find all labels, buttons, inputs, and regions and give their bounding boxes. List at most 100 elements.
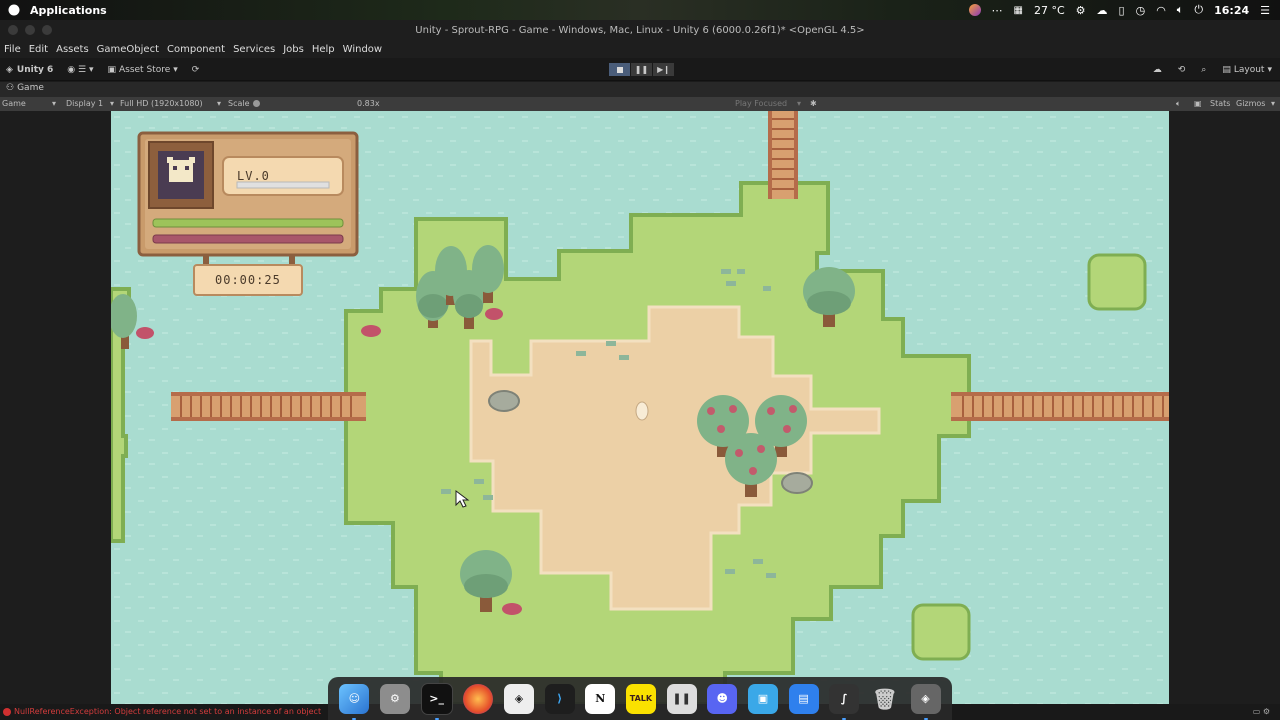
dock-firefox-icon[interactable]: [463, 683, 494, 714]
temperature-readout[interactable]: 27 °C: [1034, 4, 1065, 17]
player-character: [635, 401, 649, 421]
game-view-controls: Game ▾ Display 1 ▾ Full HD (1920x1080) ▾…: [0, 97, 1280, 111]
menu-file[interactable]: File: [4, 44, 21, 55]
chevron-down-icon: ▾: [110, 99, 115, 108]
window-minimize-button[interactable]: [25, 25, 35, 35]
bag-icon: ▣: [107, 64, 116, 75]
console-icons[interactable]: ▭ ⚙: [1253, 704, 1270, 720]
chevron-down-icon: ▾: [173, 64, 178, 75]
clock-icon[interactable]: ◷: [1136, 4, 1146, 17]
chevron-down-icon: ▾: [52, 99, 57, 108]
version-control-icon[interactable]: ⟳: [192, 65, 200, 75]
menu-services[interactable]: Services: [233, 44, 275, 55]
timer-label: 00:00:25: [215, 273, 281, 287]
menu-assets[interactable]: Assets: [56, 44, 89, 55]
stop-icon: [616, 66, 623, 73]
cloud-icon[interactable]: ☁: [1097, 4, 1108, 17]
window-close-button[interactable]: [8, 25, 18, 35]
dock-terminal-icon[interactable]: >_: [420, 682, 453, 720]
running-indicator: [923, 717, 928, 720]
dock-unity-hub-icon[interactable]: ◈: [503, 683, 534, 714]
display-select[interactable]: Display 1: [66, 97, 103, 111]
clock-time[interactable]: 16:24: [1214, 4, 1249, 17]
health-bar: [152, 234, 344, 244]
chevron-down-icon: ▾: [797, 99, 802, 108]
chevron-down-icon: ▾: [1267, 64, 1272, 75]
game-view-tabbar: ⚇ Game: [0, 82, 1280, 97]
control-center-icon[interactable]: ☰: [1260, 4, 1270, 17]
search-icon[interactable]: ⌕: [1201, 65, 1206, 75]
dock-kakaotalk-icon[interactable]: TALK: [625, 683, 656, 714]
scale-value: 0.83x: [357, 99, 380, 108]
step-button[interactable]: ▶❙: [653, 63, 674, 76]
dock-vscode-icon[interactable]: ⟩: [544, 683, 575, 714]
scale-slider[interactable]: [253, 100, 353, 107]
menu-window[interactable]: Window: [343, 44, 382, 55]
apple-icon[interactable]: [8, 4, 20, 16]
settings-gear-icon[interactable]: ⚙: [1076, 4, 1086, 17]
mute-audio-icon[interactable]: 🔈︎: [1176, 97, 1181, 111]
dock-files-icon[interactable]: ▤: [788, 683, 819, 714]
game-canvas[interactable]: LV.0 00:00:25: [111, 111, 1169, 704]
dock-finder-icon[interactable]: ☺: [339, 683, 370, 720]
chevron-down-icon: ▾: [1271, 99, 1276, 108]
stats-button[interactable]: Stats: [1210, 97, 1230, 111]
rock: [781, 472, 813, 494]
tab-game[interactable]: ⚇ Game: [6, 83, 44, 93]
battery-icon[interactable]: ▯: [1119, 4, 1125, 17]
game-viewport: LV.0 00:00:25: [0, 111, 1280, 704]
menu-jobs[interactable]: Jobs: [283, 44, 304, 55]
system-tray: ⋯ ▦ 27 °C ⚙ ☁ ▯ ◷ ◠ 🔈︎ ⏻ 16:24 ☰: [968, 0, 1270, 20]
gizmos-button[interactable]: Gizmos: [1236, 97, 1265, 111]
asset-store-label: Asset Store: [118, 64, 171, 75]
game-scene: [111, 111, 1169, 704]
power-icon[interactable]: ⏻: [1194, 3, 1203, 17]
cloud-services-button[interactable]: ◉ ☰ ▾: [67, 65, 93, 75]
resolution-select[interactable]: Full HD (1920x1080): [120, 97, 203, 111]
history-icon[interactable]: ⟲: [1178, 65, 1186, 75]
dock-figma-icon[interactable]: ∫: [829, 683, 860, 720]
play-button[interactable]: [609, 63, 630, 76]
grid-icon[interactable]: ▦: [1014, 5, 1023, 16]
running-indicator: [352, 717, 357, 720]
chevron-down-icon: ▾: [217, 99, 222, 108]
play-mode-select[interactable]: Play Focused: [735, 97, 787, 111]
gamepad-icon: ⚇: [6, 83, 15, 93]
view-select[interactable]: Game: [2, 97, 26, 111]
scale-slider-handle[interactable]: [253, 100, 260, 107]
account-button[interactable]: ◈ Unity 6: [6, 65, 53, 75]
console-message[interactable]: NullReferenceException: Object reference…: [14, 704, 321, 720]
dock-settings-icon[interactable]: ⚙: [379, 683, 410, 714]
dock-notion-icon[interactable]: N: [585, 683, 616, 714]
rock: [488, 390, 520, 412]
pause-icon: ❚❚: [634, 65, 649, 74]
debug-icon[interactable]: ✱: [810, 97, 817, 111]
window-maximize-button[interactable]: [42, 25, 52, 35]
main-toolbar: ◈ Unity 6 ◉ ☰ ▾ ▣ Asset Store ▾ ⟳ ❚❚ ▶❙ …: [0, 58, 1280, 81]
running-indicator: [434, 717, 439, 720]
wifi-icon[interactable]: ◠: [1156, 4, 1166, 17]
pause-button[interactable]: ❚❚: [631, 63, 652, 76]
menu-help[interactable]: Help: [312, 44, 335, 55]
menu-gameobject[interactable]: GameObject: [97, 44, 159, 55]
dock-preview-icon[interactable]: ▣: [747, 683, 778, 714]
level-label: LV.0: [237, 169, 270, 183]
error-icon: [3, 708, 11, 716]
dock-trash-icon[interactable]: 🗑︎: [870, 684, 900, 714]
bridge-left: [171, 392, 366, 421]
firefox-tray-icon[interactable]: [968, 4, 981, 16]
running-indicator: [842, 717, 847, 720]
cloud-icon[interactable]: ☁: [1153, 65, 1162, 75]
dock-unity-icon[interactable]: ◈: [910, 683, 941, 720]
menu-component[interactable]: Component: [167, 44, 225, 55]
aspect-icon[interactable]: ▣: [1194, 97, 1202, 111]
applications-menu[interactable]: Applications: [30, 4, 107, 17]
asset-store-button[interactable]: ▣ Asset Store ▾: [107, 65, 177, 75]
layout-dropdown[interactable]: ▤ Layout ▾: [1222, 65, 1272, 75]
os-top-bar: Applications ⋯ ▦ 27 °C ⚙ ☁ ▯ ◷ ◠ 🔈︎ ⏻ 16…: [0, 0, 1280, 20]
volume-icon[interactable]: 🔈︎: [1177, 3, 1184, 17]
more-dots-icon[interactable]: ⋯: [992, 4, 1003, 17]
dock-discord-icon[interactable]: ☻: [707, 683, 738, 714]
menu-edit[interactable]: Edit: [29, 44, 48, 55]
dock-pixel-app-icon[interactable]: ❚❚: [666, 683, 697, 714]
